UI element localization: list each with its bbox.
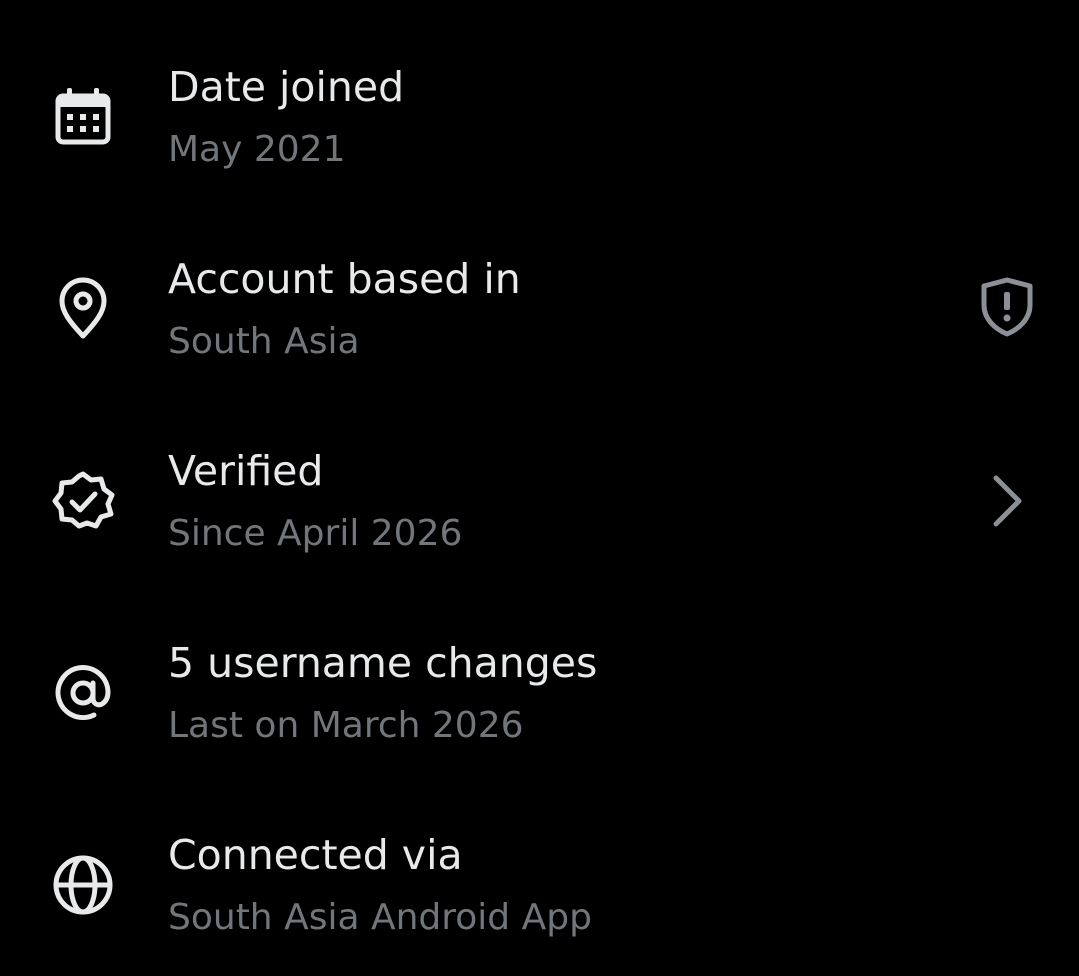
username-changes-title: 5 username changes [168, 639, 598, 687]
date-joined-title: Date joined [168, 63, 405, 111]
date-joined-value: May 2021 [168, 129, 346, 170]
location-pin-icon [50, 276, 116, 342]
account-based-in-row[interactable]: Account based in South Asia [0, 192, 1079, 384]
account-based-in-value: South Asia [168, 321, 360, 362]
verified-badge-icon [50, 468, 116, 534]
chevron-right-icon[interactable] [974, 468, 1040, 534]
connected-via-row: Connected via South Asia Android App [0, 768, 1079, 960]
username-changes-value: Last on March 2026 [168, 705, 524, 746]
shield-alert-icon[interactable] [974, 274, 1040, 340]
account-info-list: Date joined May 2021 Account based in So… [0, 0, 1079, 976]
connected-via-value: South Asia Android App [168, 897, 592, 938]
verified-title: Verified [168, 447, 324, 495]
date-joined-row: Date joined May 2021 [0, 0, 1079, 192]
connected-via-title: Connected via [168, 831, 463, 879]
globe-icon [50, 852, 116, 918]
verified-value: Since April 2026 [168, 513, 463, 554]
calendar-icon [50, 84, 116, 150]
username-changes-row: 5 username changes Last on March 2026 [0, 576, 1079, 768]
verified-row[interactable]: Verified Since April 2026 [0, 384, 1079, 576]
at-sign-icon [50, 660, 116, 726]
account-based-in-title: Account based in [168, 255, 521, 303]
